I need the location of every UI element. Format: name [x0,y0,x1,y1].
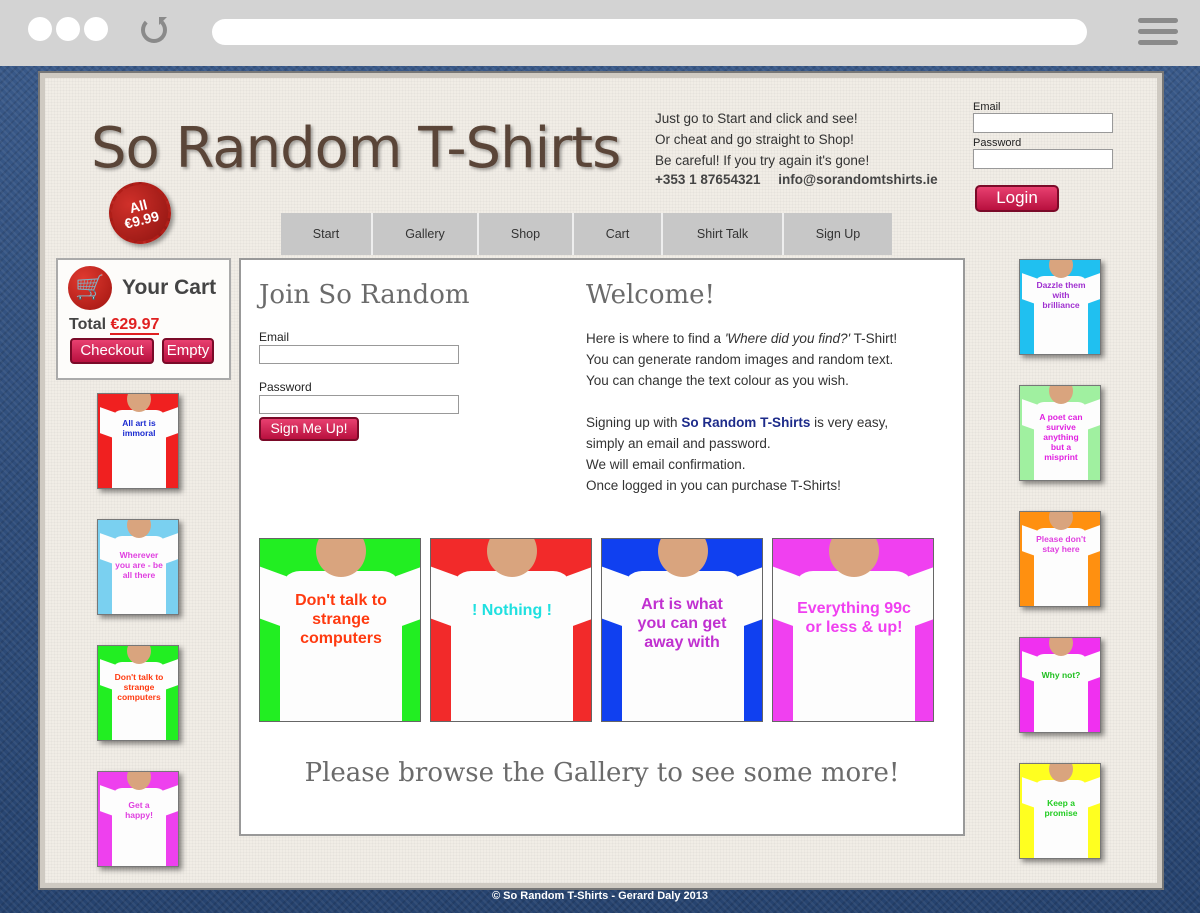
featured-caption: ! Nothing ! [472,602,552,619]
window-dot [84,17,108,41]
login-password-label: Password [973,137,1022,149]
cart-title: Your Cart [122,276,217,299]
shirt-caption: Please don't stay here [1036,534,1086,554]
nav-shirt-talk[interactable]: Shirt Talk [663,213,784,255]
shirt-caption: Get a happy! [125,800,153,820]
contact-email[interactable]: info@sorandomtshirts.ie [778,172,937,187]
text-span: T-Shirt! [850,331,898,346]
browse-gallery-text: Please browse the Gallery to see some mo… [304,758,900,788]
login-email-label: Email [973,101,1001,113]
welcome-line: Once logged in you can purchase T-Shirts… [586,478,841,493]
cart-widget: 🛒 Your Cart Total €29.97 Checkout Empty [56,258,231,380]
nav-sign-up[interactable]: Sign Up [784,213,892,255]
site-logo[interactable]: So Random T-Shirts [91,116,621,181]
shirt-thumbnail[interactable]: Keep a promise [1019,763,1101,859]
shopping-cart-icon[interactable]: 🛒 [68,266,112,310]
nav-cart[interactable]: Cart [574,213,663,255]
signup-email-input[interactable] [259,345,459,364]
text-span: Signing up with [586,415,682,430]
shirt-caption: Don't talk to strange computers [114,672,164,702]
reload-icon[interactable] [141,17,167,43]
shirt-caption: All art is immoral [122,418,156,438]
signup-password-label: Password [259,380,312,394]
sign-me-up-button[interactable]: Sign Me Up! [259,417,359,441]
window-dot [56,17,80,41]
welcome-line: simply an email and password. [586,436,771,451]
tagline-line: Be careful! If you try again it's gone! [655,153,870,168]
signup-password-input[interactable] [259,395,459,414]
shirt-thumbnail[interactable]: Get a happy! [97,771,179,867]
tagline: Just go to Start and click and see! Or c… [655,108,869,171]
price-badge: All €9.99 [102,175,178,251]
footer: © So Random T-Shirts - Gerard Daly 2013 [492,890,708,902]
signup-email-label: Email [259,330,290,344]
welcome-title: Welcome! [586,280,716,310]
nav-shop[interactable]: Shop [479,213,574,255]
featured-shirt[interactable]: Art is what you can get away with [601,538,763,722]
nav-start[interactable]: Start [281,213,373,255]
shirt-thumbnail[interactable]: Wherever you are - be all there [97,519,179,615]
shirt-thumbnail[interactable]: A poet can survive anything but a mispri… [1019,385,1101,481]
login-password-input[interactable] [973,149,1113,169]
main-panel: Join So Random Email Password Sign Me Up… [239,258,965,836]
shirt-thumbnail[interactable]: Please don't stay here [1019,511,1101,607]
nav-gallery[interactable]: Gallery [373,213,479,255]
welcome-line: You can change the text colour as you wi… [586,373,849,388]
cart-total: Total €29.97 [69,316,160,335]
shirt-thumbnail[interactable]: All art is immoral [97,393,179,489]
login-button[interactable]: Login [975,185,1059,212]
signup-form: Email Password [259,330,459,430]
cart-total-label: Total [69,316,107,333]
welcome-line: You can generate random images and rando… [586,352,894,367]
login-email-input[interactable] [973,113,1113,133]
welcome-text: Here is where to find a 'Where did you f… [586,328,946,496]
window-dot [28,17,52,41]
featured-shirt[interactable]: ! Nothing ! [430,538,592,722]
contact-info: +353 1 87654321 info@sorandomtshirts.ie [655,172,952,187]
tagline-line: Or cheat and go straight to Shop! [655,132,854,147]
address-bar[interactable] [212,19,1087,45]
empty-cart-button[interactable]: Empty [162,338,214,364]
shirt-thumbnail[interactable]: Don't talk to strange computers [97,645,179,741]
login-form: Email Password [973,101,1113,173]
featured-shirt[interactable]: Don't talk to strange computers [259,538,421,722]
phone-number: +353 1 87654321 [655,172,761,187]
featured-shirt[interactable]: Everything 99c or less & up! [772,538,934,722]
join-title: Join So Random [259,280,470,310]
main-nav: Start Gallery Shop Cart Shirt Talk Sign … [281,213,892,255]
shirt-thumbnail[interactable]: Dazzle them with brilliance [1019,259,1101,355]
text-emphasis: 'Where did you find?' [724,331,851,346]
shirt-caption: Why not? [1041,670,1081,680]
welcome-line: Here is where to find a 'Where did you f… [586,328,946,349]
page: So Random T-Shirts Just go to Start and … [40,73,1162,888]
featured-caption: Art is what you can get away with [637,596,727,651]
checkout-button[interactable]: Checkout [70,338,154,364]
welcome-line: We will email confirmation. [586,457,746,472]
featured-caption: Everything 99c or less & up! [797,600,911,636]
browser-chrome [0,0,1200,66]
shirt-caption: Dazzle them with brilliance [1036,280,1086,310]
hamburger-menu-icon[interactable] [1138,18,1178,46]
shirt-thumbnail[interactable]: Why not? [1019,637,1101,733]
text-span: is very easy, [810,415,889,430]
tagline-line: Just go to Start and click and see! [655,111,858,126]
shirt-caption: A poet can survive anything but a mispri… [1039,412,1083,462]
shirt-caption: Wherever you are - be all there [115,550,163,580]
shirt-caption: Keep a promise [1044,798,1078,818]
featured-caption: Don't talk to strange computers [295,592,387,647]
text-span: Here is where to find a [586,331,725,346]
brand-name: So Random T-Shirts [681,415,811,430]
cart-total-value: €29.97 [110,316,160,335]
welcome-line: Signing up with So Random T-Shirts is ve… [586,412,946,433]
